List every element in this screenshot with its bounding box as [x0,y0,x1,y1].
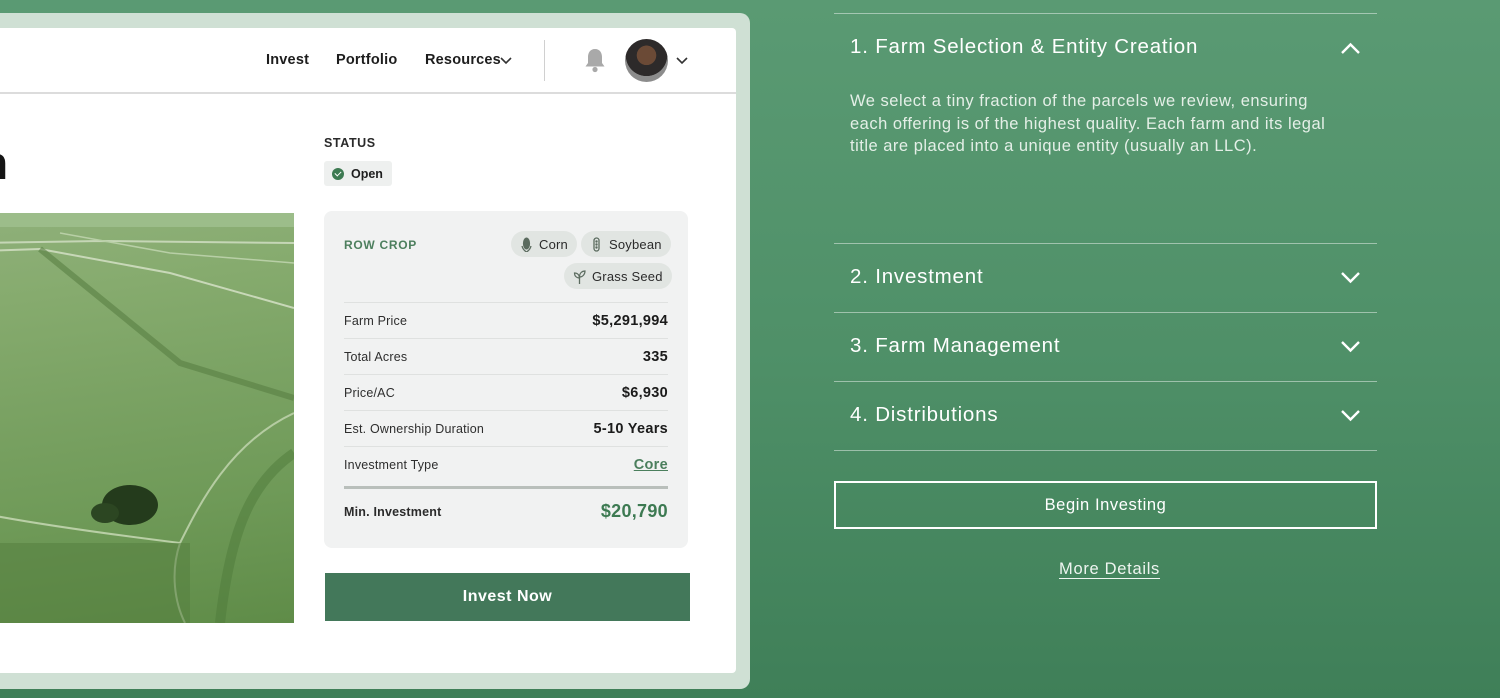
detail-label: Total Acres [344,349,408,364]
step-1-title[interactable]: 1. Farm Selection & Entity Creation [850,35,1198,59]
farm-photo [0,213,294,623]
avatar[interactable] [625,39,668,82]
detail-row-investment-type: Investment Type Core [344,446,668,482]
crop-tag-corn: Corn [511,231,577,257]
detail-row-price-per-acre: Price/AC $6,930 [344,374,668,410]
sprout-icon [573,269,586,284]
crop-tag-grass-seed: Grass Seed [564,263,672,289]
detail-label: Farm Price [344,313,408,328]
chevron-down-icon[interactable] [500,55,512,65]
detail-row-total-acres: Total Acres 335 [344,338,668,374]
row-crop-label: ROW CROP [344,238,417,252]
bell-icon[interactable] [583,47,607,73]
nav-resources[interactable]: Resources [425,52,501,68]
step-4-title[interactable]: 4. Distributions [850,403,998,427]
step-2-title[interactable]: 2. Investment [850,265,983,289]
min-investment-label: Min. Investment [344,504,442,519]
divider-bar [344,486,668,489]
accordion-divider [834,243,1377,244]
listing-title: n [0,136,8,190]
detail-label: Est. Ownership Duration [344,421,485,436]
detail-value: $5,291,994 [592,312,668,329]
detail-row-farm-price: Farm Price $5,291,994 [344,302,668,338]
top-nav: Invest Portfolio Resources [0,28,736,94]
invest-now-button[interactable]: Invest Now [325,573,690,621]
chevron-down-icon[interactable] [1340,271,1361,284]
crop-name: Grass Seed [592,268,663,284]
begin-investing-button[interactable]: Begin Investing [834,481,1377,529]
accordion-divider [834,312,1377,313]
soybean-icon [593,236,600,252]
detail-row-ownership-duration: Est. Ownership Duration 5-10 Years [344,410,668,446]
status-value: Open [351,166,383,181]
investment-type-link[interactable]: Core [634,457,668,473]
crop-tag-soybean: Soybean [581,231,671,257]
nav-invest[interactable]: Invest [266,52,309,68]
chevron-down-icon[interactable] [1340,409,1361,422]
chevron-down-icon[interactable] [676,56,688,65]
check-circle-icon [332,167,344,180]
step-3-title[interactable]: 3. Farm Management [850,334,1060,358]
nav-divider [544,40,545,81]
crop-name: Corn [539,236,568,252]
corn-icon [521,237,532,252]
details-card: ROW CROP Corn Soybean Grass Seed Farm Pr… [324,211,688,548]
accordion-divider [834,381,1377,382]
chevron-down-icon[interactable] [1340,340,1361,353]
min-investment-value: $20,790 [600,501,668,521]
crop-name: Soybean [609,236,662,252]
detail-value: $6,930 [621,384,668,401]
listing-window: Invest Portfolio Resources n [0,28,736,673]
accordion-divider [834,13,1377,14]
detail-value: 335 [642,348,668,365]
nav-portfolio[interactable]: Portfolio [336,52,397,68]
step-1-body: We select a tiny fraction of the parcels… [850,92,1326,155]
detail-label: Investment Type [344,457,439,472]
min-investment-row: Min. Investment $20,790 [344,501,668,522]
status-label: STATUS [324,136,376,150]
more-details-link[interactable]: More Details [1059,560,1160,579]
chevron-up-icon[interactable] [1340,42,1361,55]
detail-label: Price/AC [344,385,395,400]
accordion-divider [834,450,1377,451]
divider-bar-fill [344,486,668,489]
detail-value: 5-10 Years [593,420,668,437]
status-badge: Open [324,161,392,186]
